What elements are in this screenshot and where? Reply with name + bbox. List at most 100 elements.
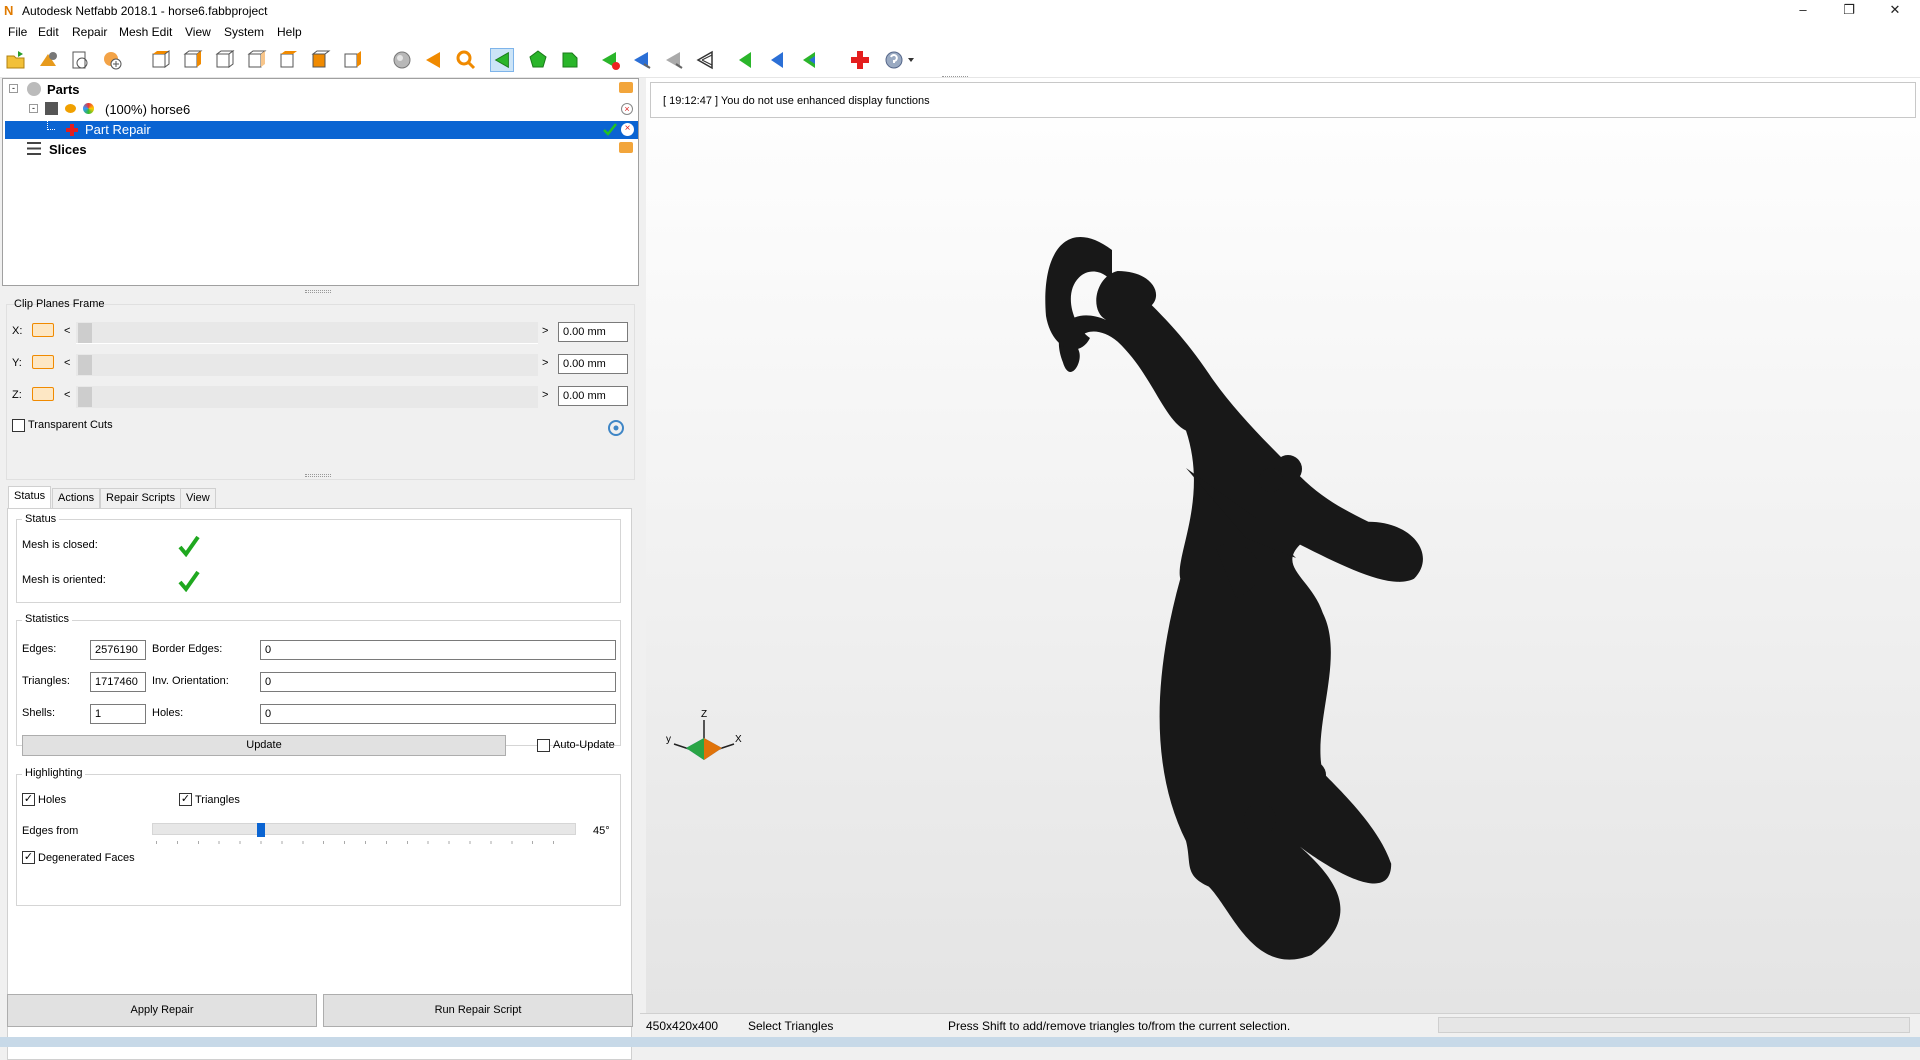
clip-z-toggle[interactable]	[32, 387, 54, 401]
apply-repair-button[interactable]: Apply Repair	[7, 994, 317, 1027]
cancel-repair-icon[interactable]: ×	[621, 123, 634, 136]
run-repair-script-button[interactable]: Run Repair Script	[323, 994, 633, 1027]
axis-x-label: X	[735, 734, 742, 745]
menu-view[interactable]: View	[185, 25, 211, 39]
add-object-icon[interactable]	[100, 48, 124, 72]
view-top-icon[interactable]	[276, 48, 300, 72]
reset-icon[interactable]	[607, 419, 625, 437]
remove-triangles-icon[interactable]	[598, 48, 622, 72]
clip-z-thumb[interactable]	[78, 387, 92, 407]
edges-from-thumb[interactable]	[257, 823, 265, 837]
select-shell-icon[interactable]	[558, 48, 582, 72]
view-back-icon[interactable]	[180, 48, 204, 72]
visibility-icon[interactable]	[65, 104, 76, 113]
open-project-icon[interactable]	[4, 48, 28, 72]
clip-z-input[interactable]: 0.00 mm	[558, 386, 628, 406]
inv-orientation-field: 0	[260, 672, 616, 692]
view-iso-icon[interactable]	[340, 48, 364, 72]
menu-system[interactable]: System	[224, 25, 264, 39]
new-project-icon[interactable]	[68, 48, 92, 72]
tab-repair-scripts[interactable]: Repair Scripts	[100, 488, 182, 508]
clip-x-toggle[interactable]	[32, 323, 54, 337]
select-triangles-icon[interactable]	[490, 48, 514, 72]
clip-x-slider[interactable]	[76, 322, 538, 344]
triangles-field: 1717460	[90, 672, 146, 692]
degenerated-faces-checkbox[interactable]: ✓	[22, 851, 35, 864]
menu-mesh-edit[interactable]: Mesh Edit	[119, 25, 172, 39]
transparent-cuts-checkbox[interactable]	[12, 419, 25, 432]
tree-row-part-repair[interactable]: Part Repair ×	[5, 117, 638, 139]
back-arrow-icon[interactable]	[422, 48, 446, 72]
holes-checkbox[interactable]: ✓	[22, 793, 35, 806]
clip-x-input[interactable]: 0.00 mm	[558, 322, 628, 342]
clip-x-more[interactable]: >	[542, 325, 548, 337]
toolbar	[0, 42, 1920, 78]
status-tab-panel: Status Mesh is closed: Mesh is oriented:…	[7, 508, 632, 1060]
clip-x-less[interactable]: <	[64, 325, 70, 337]
close-icon[interactable]: ✕	[1872, 0, 1918, 22]
zoom-icon[interactable]	[454, 48, 478, 72]
select-surface-icon[interactable]	[526, 48, 550, 72]
remove-part-icon[interactable]: ×	[621, 103, 633, 115]
menu-help[interactable]: Help	[277, 25, 302, 39]
horse-model[interactable]	[646, 78, 1920, 1013]
add-part-icon[interactable]	[36, 48, 60, 72]
tab-actions[interactable]: Actions	[52, 488, 101, 508]
splitter-handle[interactable]	[305, 290, 331, 293]
move-left-green-icon[interactable]	[734, 48, 758, 72]
update-button[interactable]: Update	[22, 735, 506, 756]
tree-row-slices[interactable]: Slices	[3, 141, 638, 159]
collapse-icon[interactable]: -	[9, 84, 18, 93]
restore-icon[interactable]: ❐	[1826, 0, 1872, 22]
repair-cross-icon[interactable]	[848, 48, 872, 72]
clip-y-toggle[interactable]	[32, 355, 54, 369]
help-dropdown-icon[interactable]	[882, 48, 916, 72]
3d-viewport[interactable]: [ 19:12:47 ] You do not use enhanced dis…	[646, 76, 1920, 1013]
repair-cross-icon	[66, 124, 78, 136]
clip-z-less[interactable]: <	[64, 389, 70, 401]
splitter-handle[interactable]	[305, 474, 331, 477]
shading-sphere-icon[interactable]	[390, 48, 414, 72]
edges-from-slider[interactable]	[152, 823, 576, 837]
color-icon[interactable]	[83, 103, 94, 114]
view-front-icon[interactable]	[148, 48, 172, 72]
axis-triad-icon: Z X y	[666, 709, 742, 760]
tab-view[interactable]: View	[180, 488, 216, 508]
triangles-checkbox[interactable]: ✓	[179, 793, 192, 806]
view-bottom-icon[interactable]	[308, 48, 332, 72]
clip-y-input[interactable]: 0.00 mm	[558, 354, 628, 374]
collapse-icon[interactable]: -	[29, 104, 38, 113]
stitch-triangles-icon[interactable]	[694, 48, 718, 72]
minimize-icon[interactable]: –	[1780, 0, 1826, 22]
view-right-icon[interactable]	[244, 48, 268, 72]
edges-label: Edges:	[22, 643, 57, 655]
clip-z-more[interactable]: >	[542, 389, 548, 401]
border-edges-label: Border Edges:	[152, 643, 223, 655]
clip-y-less[interactable]: <	[64, 357, 70, 369]
auto-update-checkbox[interactable]	[537, 739, 550, 752]
left-panel: - Parts - (100%) horse6 × Part Repair × …	[0, 78, 640, 1060]
part-repair-label: Part Repair	[85, 122, 151, 137]
tab-status[interactable]: Status	[8, 486, 52, 508]
axis-z-label: Z	[701, 709, 707, 720]
flip-triangles-icon[interactable]	[630, 48, 654, 72]
menu-repair[interactable]: Repair	[72, 25, 107, 39]
move-left-mixed-icon[interactable]	[798, 48, 822, 72]
slices-folder-icon[interactable]	[619, 142, 633, 153]
tree-row-parts[interactable]: - Parts	[3, 81, 638, 99]
clip-x-thumb[interactable]	[78, 323, 92, 343]
clip-y-thumb[interactable]	[78, 355, 92, 375]
mesh-closed-label: Mesh is closed:	[22, 539, 98, 551]
tree-row-part[interactable]: - (100%) horse6 ×	[3, 101, 638, 119]
parts-folder-icon[interactable]	[619, 82, 633, 93]
clip-y-more[interactable]: >	[542, 357, 548, 369]
clip-z-slider[interactable]	[76, 386, 538, 408]
view-left-icon[interactable]	[212, 48, 236, 72]
add-triangle-icon[interactable]	[662, 48, 686, 72]
confirm-check-icon[interactable]	[603, 123, 617, 136]
shells-field: 1	[90, 704, 146, 724]
menu-edit[interactable]: Edit	[38, 25, 59, 39]
clip-y-slider[interactable]	[76, 354, 538, 376]
menu-file[interactable]: File	[8, 25, 27, 39]
move-left-blue-icon[interactable]	[766, 48, 790, 72]
